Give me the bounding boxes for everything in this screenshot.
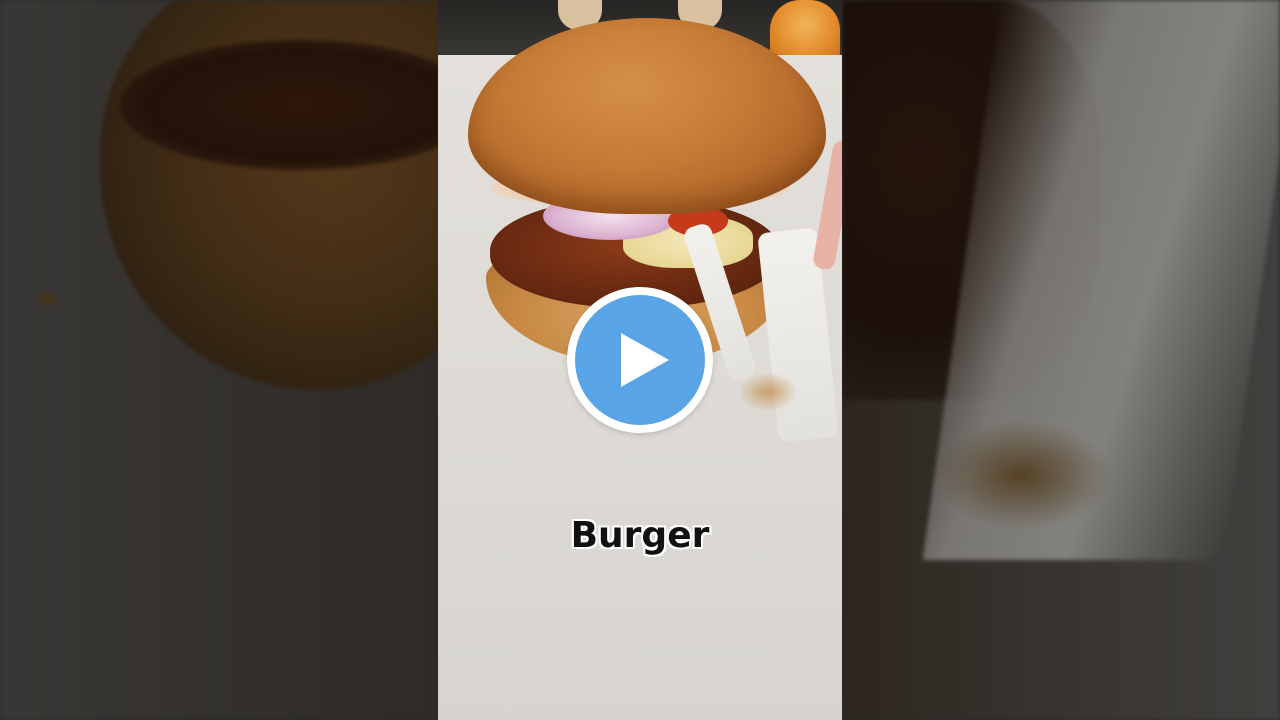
blurred-background-left <box>0 0 440 720</box>
crumbs <box>738 372 798 412</box>
orange-figurine <box>770 0 840 62</box>
blurred-background-right <box>842 0 1280 720</box>
video-thumbnail[interactable]: Burger <box>0 0 1280 720</box>
play-icon[interactable] <box>621 333 669 387</box>
panel-shade <box>842 0 1280 720</box>
play-button[interactable] <box>567 287 713 433</box>
play-button-circle[interactable] <box>575 295 705 425</box>
panel-shade <box>0 0 440 720</box>
